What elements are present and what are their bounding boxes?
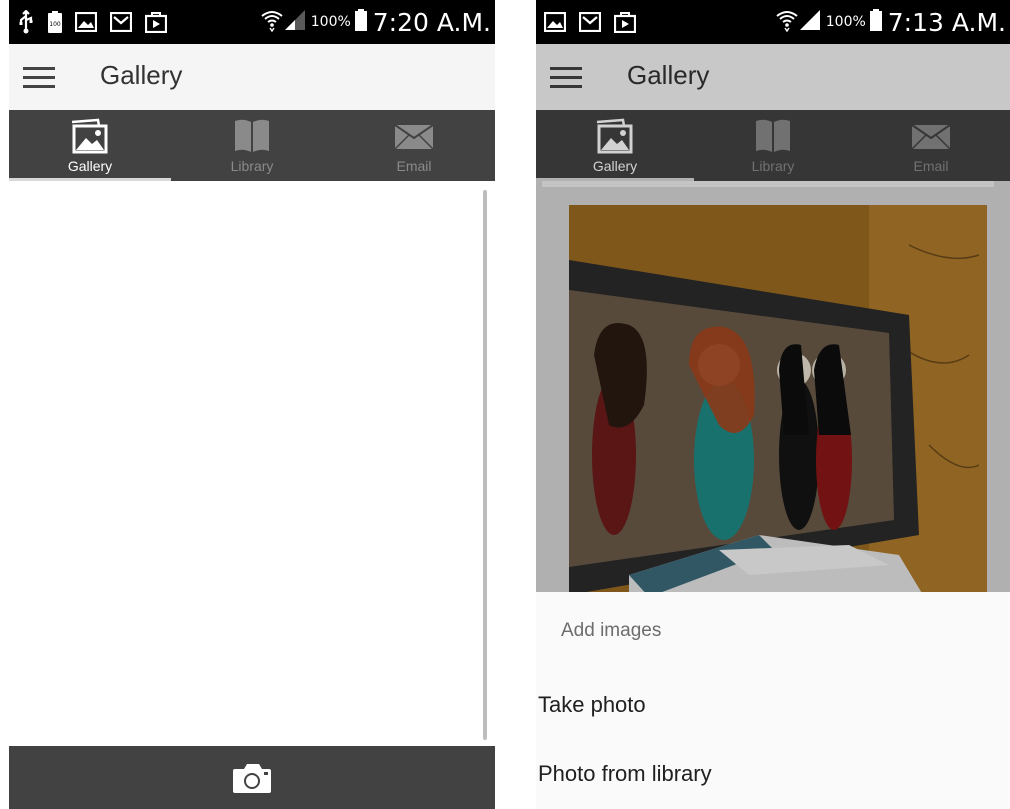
tab-email[interactable]: Email: [852, 110, 1010, 181]
signal-icon: [799, 9, 821, 35]
notification-icons: 100: [17, 0, 167, 44]
status-right: 100% 7:20 A.M.: [260, 0, 491, 44]
battery-100-icon: 100: [48, 11, 62, 33]
notification-icons: [544, 0, 636, 44]
briefcase-icon: [145, 11, 167, 33]
status-right: 100% 7:13 A.M.: [775, 0, 1006, 44]
tab-label: Library: [751, 158, 795, 174]
option-label: Photo from library: [538, 761, 712, 786]
signal-icon: [284, 9, 306, 35]
battery-icon: [354, 9, 367, 35]
battery-percent: 100%: [825, 14, 866, 30]
tab-label: Library: [230, 158, 274, 174]
usb-icon: [17, 10, 35, 34]
tab-gallery[interactable]: Gallery: [9, 110, 171, 181]
bottom-action-bar: [9, 746, 495, 809]
hamburger-menu-icon[interactable]: [23, 66, 55, 88]
briefcase-icon: [614, 11, 636, 33]
tab-label: Email: [396, 158, 432, 174]
image-icon: [75, 12, 97, 32]
tab-bar: Gallery Library Email: [536, 110, 1010, 181]
svg-text:100: 100: [49, 21, 61, 28]
gallery-icon: [593, 117, 637, 155]
tab-bar: Gallery Library Email: [9, 110, 495, 181]
tab-label: Gallery: [592, 158, 638, 174]
book-icon: [753, 117, 793, 155]
add-images-sheet: Add images Take photo Photo from library: [536, 592, 1010, 809]
status-bar: 100% 7:13 A.M.: [536, 0, 1010, 44]
left-screen: 100 100% 7:20 A.M. Gallery Gallery Libra…: [9, 0, 495, 809]
option-label: Take photo: [538, 692, 646, 717]
hamburger-menu-icon[interactable]: [550, 66, 582, 88]
sheet-title: Add images: [561, 620, 662, 641]
gallery-photo[interactable]: [569, 205, 987, 625]
photo-from-library-option[interactable]: Photo from library: [536, 747, 1010, 805]
tab-label: Email: [913, 158, 949, 174]
camera-button[interactable]: [227, 758, 277, 798]
wifi-icon: [775, 8, 799, 36]
right-screen: 100% 7:13 A.M. Gallery Gallery Library E…: [536, 0, 1010, 809]
tab-gallery[interactable]: Gallery: [536, 110, 694, 181]
gmail-icon: [110, 12, 132, 32]
envelope-icon: [910, 117, 952, 155]
camera-icon: [233, 763, 271, 793]
scrollbar[interactable]: [483, 190, 487, 740]
gmail-icon: [579, 12, 601, 32]
active-tab-indicator: [9, 178, 171, 181]
page-title: Gallery: [627, 60, 710, 90]
page-title: Gallery: [100, 60, 183, 90]
tab-label: Gallery: [67, 158, 113, 174]
action-bar: Gallery: [9, 44, 495, 110]
gallery-icon: [68, 117, 112, 155]
gallery-empty-content: [9, 184, 495, 746]
clock: 7:13 A.M.: [887, 7, 1006, 37]
tab-library[interactable]: Library: [694, 110, 852, 181]
tab-email[interactable]: Email: [333, 110, 495, 181]
take-photo-option[interactable]: Take photo: [536, 678, 1010, 736]
card-edge: [542, 181, 994, 187]
battery-icon: [869, 9, 882, 35]
status-bar: 100 100% 7:20 A.M.: [9, 0, 495, 44]
battery-percent: 100%: [310, 14, 351, 30]
image-icon: [544, 12, 566, 32]
action-bar: Gallery: [536, 44, 1010, 110]
envelope-icon: [393, 117, 435, 155]
book-icon: [232, 117, 272, 155]
tab-library[interactable]: Library: [171, 110, 333, 181]
clock: 7:20 A.M.: [372, 7, 491, 37]
wifi-icon: [260, 8, 284, 36]
